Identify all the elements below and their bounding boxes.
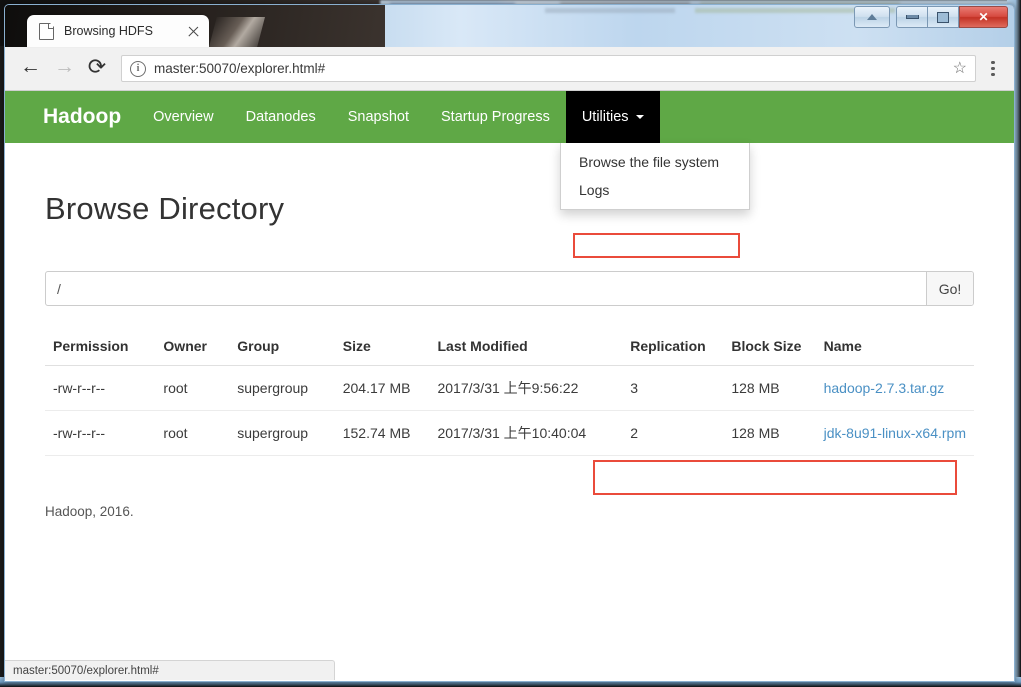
status-bar: master:50070/explorer.html# [5,660,335,680]
page-footer: Hadoop, 2016. [45,504,134,519]
go-button[interactable]: Go! [926,272,973,305]
column-header-owner: Owner [155,332,230,366]
back-button[interactable] [15,55,43,83]
nav-item-utilities-label: Utilities [581,109,629,125]
cell-owner: root [155,410,230,456]
info-icon[interactable]: i [130,60,146,77]
reload-button[interactable] [83,55,111,83]
status-bar-text: master:50070/explorer.html# [13,664,159,677]
nav-item-snapshot[interactable]: Snapshot [332,91,425,143]
page-icon [39,22,55,40]
upload-icon [867,14,877,20]
directory-listing-table: Permission Owner Group Size Last Modifie… [45,332,974,456]
tab-strip-decoration [209,17,265,47]
close-icon[interactable] [186,24,201,39]
column-header-size: Size [334,332,430,366]
cell-block-size: 128 MB [723,410,816,456]
column-header-replication: Replication [622,332,724,366]
utilities-dropdown-menu: Browse the file system Logs [560,143,750,210]
file-link-hadoop-tar-gz[interactable]: hadoop-2.7.3.tar.gz [824,380,945,396]
column-header-name: Name [815,332,974,366]
cell-owner: root [155,365,230,411]
restore-icon [937,11,949,23]
file-link-jdk-rpm[interactable]: jdk-8u91-linux-x64.rpm [824,425,966,441]
cell-group: supergroup [229,365,335,411]
restore-button[interactable] [928,6,959,28]
cell-size: 152.74 MB [334,410,430,456]
table-header-row: Permission Owner Group Size Last Modifie… [45,332,974,366]
browser-tab[interactable]: Browsing HDFS [27,15,209,47]
page-content: Browse Directory Go! Permission Owner Gr… [5,191,1014,519]
cell-name: jdk-8u91-linux-x64.rpm [815,410,974,456]
page-title: Browse Directory [45,191,285,226]
cell-permission: -rw-r--r-- [45,365,156,411]
nav-item-overview[interactable]: Overview [137,91,229,143]
back-arrow-icon [20,59,41,77]
kebab-menu-icon[interactable] [982,56,1004,82]
nav-item-utilities[interactable]: Utilities [565,91,660,143]
cell-name: hadoop-2.7.3.tar.gz [815,365,974,411]
cell-permission: -rw-r--r-- [45,410,156,456]
bookmark-star-icon[interactable]: ☆ [953,60,967,77]
path-input-group: Go! [45,271,974,306]
column-header-group: Group [229,332,335,366]
browser-window: Browsing HDFS ✕ ← → ⟳ i master:50070/exp… [4,4,1015,682]
table-row: -rw-r--r-- root supergroup 152.74 MB 201… [45,410,974,456]
tab-title: Browsing HDFS [64,24,153,38]
path-input[interactable] [46,272,926,305]
navbar-brand[interactable]: Hadoop [5,91,137,143]
hadoop-navbar: Hadoop Overview Datanodes Snapshot Start… [5,91,1014,143]
close-window-icon: ✕ [978,10,989,24]
menu-item-browse-the-file-system[interactable]: Browse the file system [561,148,749,176]
page-viewport: Hadoop Overview Datanodes Snapshot Start… [5,91,1014,680]
close-window-button[interactable]: ✕ [959,6,1008,28]
window-controls: ✕ [854,6,1008,28]
upload-button[interactable] [854,6,890,28]
menu-item-logs[interactable]: Logs [561,176,749,204]
cell-size: 204.17 MB [334,365,430,411]
address-bar-url: master:50070/explorer.html# [154,61,326,76]
tab-strip: Browsing HDFS ✕ [5,5,1014,47]
nav-item-datanodes[interactable]: Datanodes [230,91,332,143]
table-row: -rw-r--r-- root supergroup 204.17 MB 201… [45,365,974,411]
browser-toolbar: i master:50070/explorer.html# ☆ [5,47,1014,91]
cell-last-modified: 2017/3/31 上午9:56:22 [429,365,623,411]
cell-replication: 2 [622,410,724,456]
cell-replication: 3 [622,365,724,411]
cell-block-size: 128 MB [723,365,816,411]
forward-arrow-icon [54,59,75,77]
nav-item-startup-progress[interactable]: Startup Progress [425,91,566,143]
forward-button[interactable] [49,55,77,83]
cell-last-modified: 2017/3/31 上午10:40:04 [429,410,623,456]
chevron-down-icon [635,115,644,119]
column-header-last-modified: Last Modified [429,332,623,366]
reload-icon [88,58,106,79]
address-bar[interactable]: i master:50070/explorer.html# ☆ [121,55,976,82]
cell-group: supergroup [229,410,335,456]
column-header-block-size: Block Size [723,332,816,366]
column-header-permission: Permission [45,332,156,366]
minimize-button[interactable] [896,6,928,28]
minimize-icon [905,15,919,19]
